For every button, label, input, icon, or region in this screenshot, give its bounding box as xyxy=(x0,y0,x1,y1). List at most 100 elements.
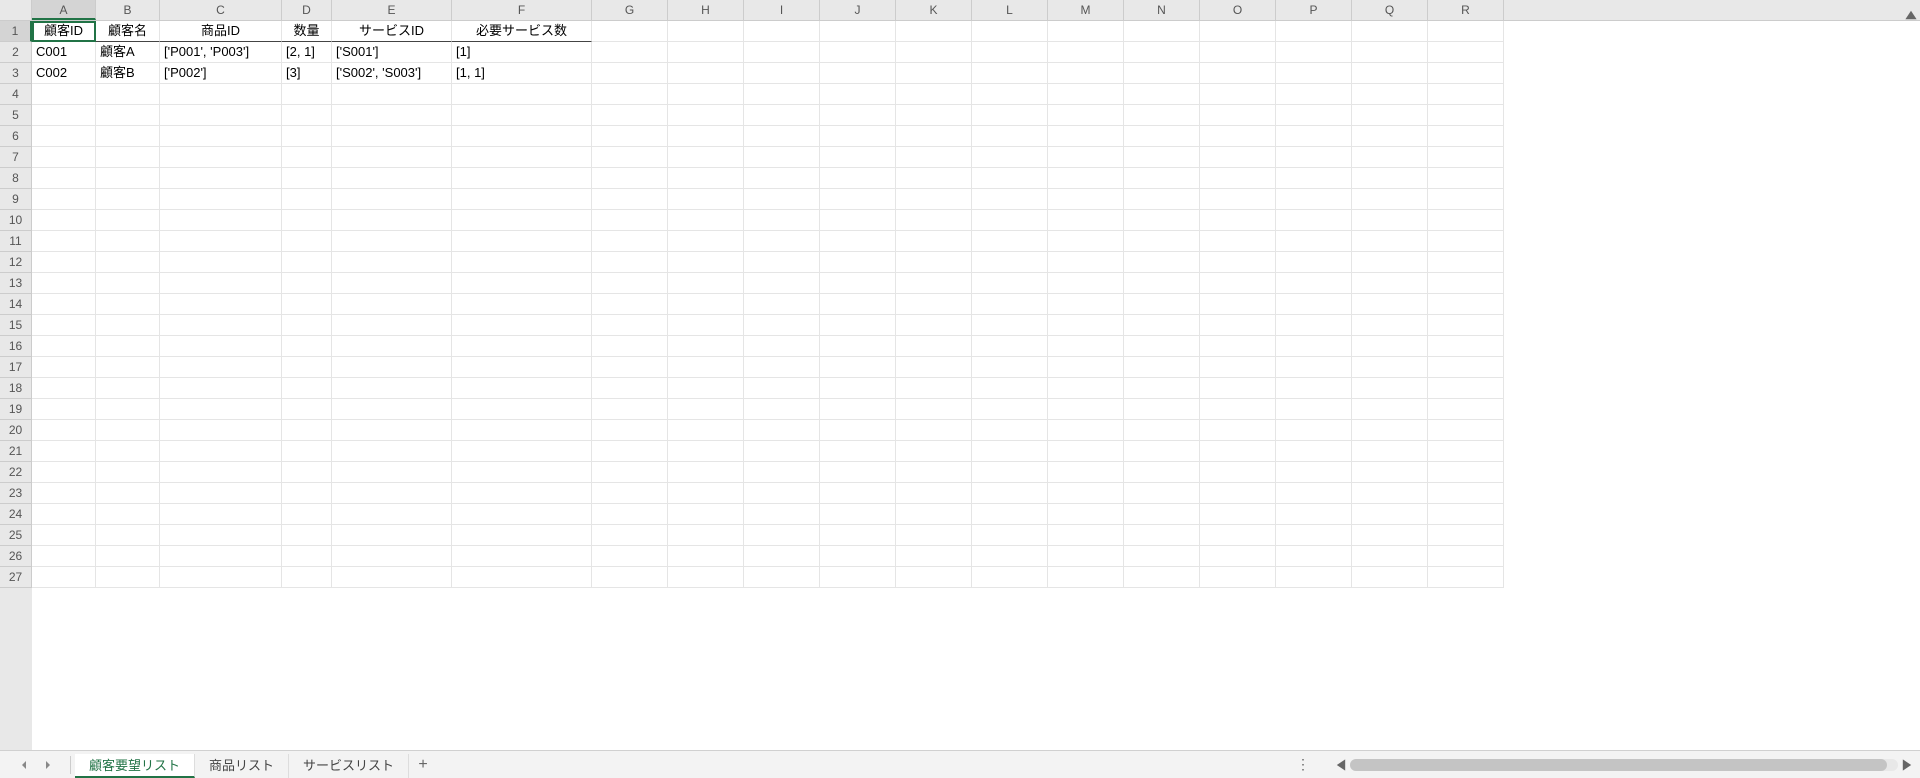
cell-N25[interactable] xyxy=(1124,525,1200,546)
cell-M17[interactable] xyxy=(1048,357,1124,378)
cell-Q17[interactable] xyxy=(1352,357,1428,378)
row-header-11[interactable]: 11 xyxy=(0,231,32,252)
cell-K25[interactable] xyxy=(896,525,972,546)
col-header-J[interactable]: J xyxy=(820,0,896,20)
cell-J17[interactable] xyxy=(820,357,896,378)
cell-E15[interactable] xyxy=(332,315,452,336)
cell-L1[interactable] xyxy=(972,21,1048,42)
cell-A5[interactable] xyxy=(32,105,96,126)
cell-J26[interactable] xyxy=(820,546,896,567)
cell-F5[interactable] xyxy=(452,105,592,126)
cell-K12[interactable] xyxy=(896,252,972,273)
cell-E4[interactable] xyxy=(332,84,452,105)
cell-H16[interactable] xyxy=(668,336,744,357)
cell-C1[interactable]: 商品ID xyxy=(160,21,282,42)
cell-H12[interactable] xyxy=(668,252,744,273)
cell-C19[interactable] xyxy=(160,399,282,420)
cell-D22[interactable] xyxy=(282,462,332,483)
cell-D10[interactable] xyxy=(282,210,332,231)
cell-E2[interactable]: ['S001'] xyxy=(332,42,452,63)
cell-M4[interactable] xyxy=(1048,84,1124,105)
cell-A4[interactable] xyxy=(32,84,96,105)
cell-O19[interactable] xyxy=(1200,399,1276,420)
cell-P26[interactable] xyxy=(1276,546,1352,567)
cell-K24[interactable] xyxy=(896,504,972,525)
cell-E11[interactable] xyxy=(332,231,452,252)
cell-Q18[interactable] xyxy=(1352,378,1428,399)
cell-H11[interactable] xyxy=(668,231,744,252)
cell-H22[interactable] xyxy=(668,462,744,483)
cell-J6[interactable] xyxy=(820,126,896,147)
cell-D8[interactable] xyxy=(282,168,332,189)
cell-P1[interactable] xyxy=(1276,21,1352,42)
cell-L12[interactable] xyxy=(972,252,1048,273)
cell-K16[interactable] xyxy=(896,336,972,357)
cell-B8[interactable] xyxy=(96,168,160,189)
cell-A17[interactable] xyxy=(32,357,96,378)
cell-E9[interactable] xyxy=(332,189,452,210)
scroll-right-arrow-icon[interactable] xyxy=(1900,758,1914,772)
cell-R2[interactable] xyxy=(1428,42,1504,63)
cell-H7[interactable] xyxy=(668,147,744,168)
cell-L24[interactable] xyxy=(972,504,1048,525)
cell-M19[interactable] xyxy=(1048,399,1124,420)
cell-F20[interactable] xyxy=(452,420,592,441)
cell-E12[interactable] xyxy=(332,252,452,273)
cell-C4[interactable] xyxy=(160,84,282,105)
cell-P6[interactable] xyxy=(1276,126,1352,147)
cell-F2[interactable]: [1] xyxy=(452,42,592,63)
cell-H14[interactable] xyxy=(668,294,744,315)
cell-P7[interactable] xyxy=(1276,147,1352,168)
cell-Q6[interactable] xyxy=(1352,126,1428,147)
col-header-C[interactable]: C xyxy=(160,0,282,20)
cell-H15[interactable] xyxy=(668,315,744,336)
cell-D12[interactable] xyxy=(282,252,332,273)
cell-L7[interactable] xyxy=(972,147,1048,168)
cell-G23[interactable] xyxy=(592,483,668,504)
cell-H5[interactable] xyxy=(668,105,744,126)
cell-B21[interactable] xyxy=(96,441,160,462)
cell-Q14[interactable] xyxy=(1352,294,1428,315)
cell-O2[interactable] xyxy=(1200,42,1276,63)
cell-L10[interactable] xyxy=(972,210,1048,231)
cell-A3[interactable]: C002 xyxy=(32,63,96,84)
cell-L19[interactable] xyxy=(972,399,1048,420)
cell-P20[interactable] xyxy=(1276,420,1352,441)
cell-R13[interactable] xyxy=(1428,273,1504,294)
cell-J10[interactable] xyxy=(820,210,896,231)
cell-M27[interactable] xyxy=(1048,567,1124,588)
cell-Q27[interactable] xyxy=(1352,567,1428,588)
cell-A9[interactable] xyxy=(32,189,96,210)
cell-C3[interactable]: ['P002'] xyxy=(160,63,282,84)
cell-A7[interactable] xyxy=(32,147,96,168)
cell-G22[interactable] xyxy=(592,462,668,483)
scroll-left-arrow-icon[interactable] xyxy=(1334,758,1348,772)
cell-R3[interactable] xyxy=(1428,63,1504,84)
cell-M3[interactable] xyxy=(1048,63,1124,84)
cell-N3[interactable] xyxy=(1124,63,1200,84)
cell-L11[interactable] xyxy=(972,231,1048,252)
cell-P24[interactable] xyxy=(1276,504,1352,525)
row-header-16[interactable]: 16 xyxy=(0,336,32,357)
sheet-tab[interactable]: 顧客要望リスト xyxy=(75,754,195,778)
cell-K26[interactable] xyxy=(896,546,972,567)
col-header-I[interactable]: I xyxy=(744,0,820,20)
col-header-K[interactable]: K xyxy=(896,0,972,20)
cell-L6[interactable] xyxy=(972,126,1048,147)
cell-J16[interactable] xyxy=(820,336,896,357)
cell-F16[interactable] xyxy=(452,336,592,357)
cell-D3[interactable]: [3] xyxy=(282,63,332,84)
cell-E18[interactable] xyxy=(332,378,452,399)
cell-P16[interactable] xyxy=(1276,336,1352,357)
add-sheet-button[interactable]: + xyxy=(409,754,437,776)
cell-F3[interactable]: [1, 1] xyxy=(452,63,592,84)
cell-G19[interactable] xyxy=(592,399,668,420)
cell-J13[interactable] xyxy=(820,273,896,294)
cell-E5[interactable] xyxy=(332,105,452,126)
cell-D6[interactable] xyxy=(282,126,332,147)
cell-D14[interactable] xyxy=(282,294,332,315)
cell-G4[interactable] xyxy=(592,84,668,105)
cell-J4[interactable] xyxy=(820,84,896,105)
cell-D15[interactable] xyxy=(282,315,332,336)
row-header-15[interactable]: 15 xyxy=(0,315,32,336)
